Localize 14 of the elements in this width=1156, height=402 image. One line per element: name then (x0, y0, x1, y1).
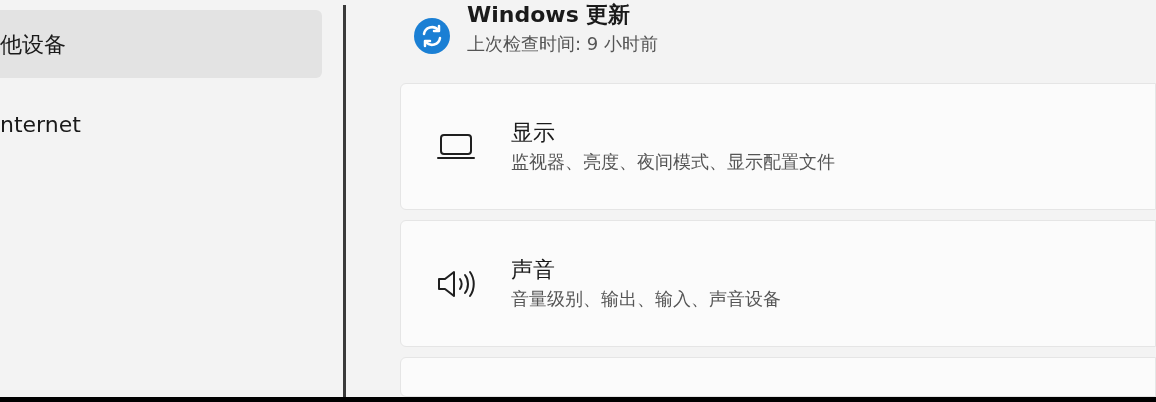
settings-card[interactable]: 显示 监视器、亮度、夜间模式、显示配置文件 (400, 83, 1156, 210)
settings-card[interactable] (400, 357, 1156, 397)
update-status: 上次检查时间: 9 小时前 (467, 32, 658, 56)
settings-card[interactable]: 声音 音量级别、输出、输入、声音设备 (400, 220, 1156, 347)
speaker-icon (437, 268, 475, 299)
card-subtitle: 监视器、亮度、夜间模式、显示配置文件 (511, 149, 835, 174)
update-title: Windows 更新 (467, 1, 632, 29)
refresh-icon (413, 17, 451, 55)
card-title: 显示 (511, 118, 556, 147)
laptop-icon (437, 133, 475, 160)
card-title: 声音 (511, 255, 556, 284)
sidebar-item[interactable]: 他设备 (0, 10, 322, 78)
card-subtitle: 音量级别、输出、输入、声音设备 (511, 286, 781, 311)
sidebar-item[interactable]: nternet (0, 90, 322, 158)
